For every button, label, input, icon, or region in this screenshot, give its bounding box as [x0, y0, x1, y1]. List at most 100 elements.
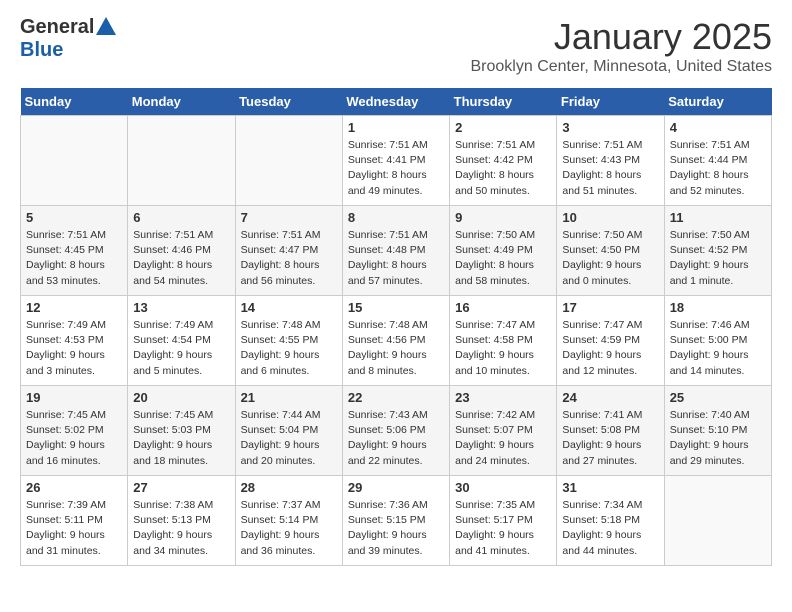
col-header-sunday: Sunday: [21, 88, 128, 116]
calendar-cell: 26 Sunrise: 7:39 AMSunset: 5:11 PMDayligh…: [21, 476, 128, 566]
day-number: 14: [241, 300, 337, 315]
calendar-cell: 8Sunrise: 7:51 AMSunset: 4:48 PMDaylight…: [342, 206, 449, 296]
calendar-cell: 7Sunrise: 7:51 AMSunset: 4:47 PMDaylight…: [235, 206, 342, 296]
day-info: Sunrise: 7:44 AMSunset: 5:04 PMDaylight:…: [241, 408, 337, 469]
day-info: Sunrise: 7:51 AMSunset: 4:44 PMDaylight:…: [670, 138, 766, 199]
day-info: Sunrise: 7:47 AMSunset: 4:59 PMDaylight:…: [562, 318, 658, 379]
calendar-cell: 4 Sunrise: 7:51 AMSunset: 4:44 PMDaylight…: [664, 116, 771, 206]
day-number: 18: [670, 300, 766, 315]
day-number: 30: [455, 480, 551, 495]
day-number: 22: [348, 390, 444, 405]
calendar-cell: 5 Sunrise: 7:51 AMSunset: 4:45 PMDaylight…: [21, 206, 128, 296]
day-info: Sunrise: 7:38 AMSunset: 5:13 PMDaylight:…: [133, 498, 229, 559]
calendar-cell: 9 Sunrise: 7:50 AMSunset: 4:49 PMDaylight…: [450, 206, 557, 296]
col-header-monday: Monday: [128, 88, 235, 116]
calendar-cell: 23 Sunrise: 7:42 AMSunset: 5:07 PMDayligh…: [450, 386, 557, 476]
col-header-tuesday: Tuesday: [235, 88, 342, 116]
calendar-cell: 2Sunrise: 7:51 AMSunset: 4:42 PMDaylight…: [450, 116, 557, 206]
calendar-cell: [128, 116, 235, 206]
day-number: 29: [348, 480, 444, 495]
day-number: 12: [26, 300, 122, 315]
day-info: Sunrise: 7:48 AMSunset: 4:55 PMDaylight:…: [241, 318, 337, 379]
calendar-cell: 28Sunrise: 7:37 AMSunset: 5:14 PMDayligh…: [235, 476, 342, 566]
calendar-cell: 17 Sunrise: 7:47 AMSunset: 4:59 PMDayligh…: [557, 296, 664, 386]
calendar-cell: 29 Sunrise: 7:36 AMSunset: 5:15 PMDayligh…: [342, 476, 449, 566]
calendar-cell: 22 Sunrise: 7:43 AMSunset: 5:06 PMDayligh…: [342, 386, 449, 476]
day-number: 23: [455, 390, 551, 405]
day-number: 11: [670, 210, 766, 225]
calendar-week-row: 5 Sunrise: 7:51 AMSunset: 4:45 PMDaylight…: [21, 206, 772, 296]
day-number: 5: [26, 210, 122, 225]
calendar-cell: 12 Sunrise: 7:49 AMSunset: 4:53 PMDayligh…: [21, 296, 128, 386]
calendar-cell: 6Sunrise: 7:51 AMSunset: 4:46 PMDaylight…: [128, 206, 235, 296]
calendar-cell: 10 Sunrise: 7:50 AMSunset: 4:50 PMDayligh…: [557, 206, 664, 296]
header: General Blue January 2025 Brooklyn Cente…: [20, 16, 772, 76]
day-info: Sunrise: 7:42 AMSunset: 5:07 PMDaylight:…: [455, 408, 551, 469]
calendar-week-row: 19 Sunrise: 7:45 AMSunset: 5:02 PMDayligh…: [21, 386, 772, 476]
month-title: January 2025: [471, 16, 773, 58]
day-number: 9: [455, 210, 551, 225]
day-number: 1: [348, 120, 444, 135]
day-number: 15: [348, 300, 444, 315]
logo-blue-text: Blue: [20, 39, 63, 62]
day-info: Sunrise: 7:49 AMSunset: 4:53 PMDaylight:…: [26, 318, 122, 379]
day-info: Sunrise: 7:51 AMSunset: 4:45 PMDaylight:…: [26, 228, 122, 289]
day-info: Sunrise: 7:50 AMSunset: 4:49 PMDaylight:…: [455, 228, 551, 289]
day-number: 26: [26, 480, 122, 495]
calendar-cell: 15 Sunrise: 7:48 AMSunset: 4:56 PMDayligh…: [342, 296, 449, 386]
day-number: 28: [241, 480, 337, 495]
logo-triangle-icon: [96, 17, 116, 35]
day-number: 6: [133, 210, 229, 225]
calendar-cell: 24 Sunrise: 7:41 AMSunset: 5:08 PMDayligh…: [557, 386, 664, 476]
day-info: Sunrise: 7:41 AMSunset: 5:08 PMDaylight:…: [562, 408, 658, 469]
calendar-cell: 20 Sunrise: 7:45 AMSunset: 5:03 PMDayligh…: [128, 386, 235, 476]
calendar-cell: 18Sunrise: 7:46 AMSunset: 5:00 PMDayligh…: [664, 296, 771, 386]
col-header-friday: Friday: [557, 88, 664, 116]
calendar-week-row: 1Sunrise: 7:51 AMSunset: 4:41 PMDaylight…: [21, 116, 772, 206]
day-info: Sunrise: 7:47 AMSunset: 4:58 PMDaylight:…: [455, 318, 551, 379]
day-info: Sunrise: 7:45 AMSunset: 5:02 PMDaylight:…: [26, 408, 122, 469]
calendar-header-row: SundayMondayTuesdayWednesdayThursdayFrid…: [21, 88, 772, 116]
day-number: 17: [562, 300, 658, 315]
day-info: Sunrise: 7:39 AMSunset: 5:11 PMDaylight:…: [26, 498, 122, 559]
day-number: 27: [133, 480, 229, 495]
day-number: 10: [562, 210, 658, 225]
calendar-week-row: 12 Sunrise: 7:49 AMSunset: 4:53 PMDayligh…: [21, 296, 772, 386]
day-info: Sunrise: 7:49 AMSunset: 4:54 PMDaylight:…: [133, 318, 229, 379]
day-info: Sunrise: 7:50 AMSunset: 4:52 PMDaylight:…: [670, 228, 766, 289]
calendar-cell: 11 Sunrise: 7:50 AMSunset: 4:52 PMDayligh…: [664, 206, 771, 296]
day-info: Sunrise: 7:51 AMSunset: 4:42 PMDaylight:…: [455, 138, 551, 199]
calendar-cell: 31 Sunrise: 7:34 AMSunset: 5:18 PMDayligh…: [557, 476, 664, 566]
day-number: 4: [670, 120, 766, 135]
logo: General Blue: [20, 16, 116, 62]
day-number: 13: [133, 300, 229, 315]
calendar-cell: [235, 116, 342, 206]
day-info: Sunrise: 7:51 AMSunset: 4:43 PMDaylight:…: [562, 138, 658, 199]
logo-general-text: General: [20, 16, 94, 39]
calendar-cell: 13 Sunrise: 7:49 AMSunset: 4:54 PMDayligh…: [128, 296, 235, 386]
calendar-cell: 25Sunrise: 7:40 AMSunset: 5:10 PMDayligh…: [664, 386, 771, 476]
location-title: Brooklyn Center, Minnesota, United State…: [471, 58, 773, 76]
day-info: Sunrise: 7:34 AMSunset: 5:18 PMDaylight:…: [562, 498, 658, 559]
day-number: 24: [562, 390, 658, 405]
calendar-cell: 27 Sunrise: 7:38 AMSunset: 5:13 PMDayligh…: [128, 476, 235, 566]
calendar-table: SundayMondayTuesdayWednesdayThursdayFrid…: [20, 88, 772, 566]
day-number: 8: [348, 210, 444, 225]
day-info: Sunrise: 7:51 AMSunset: 4:47 PMDaylight:…: [241, 228, 337, 289]
col-header-saturday: Saturday: [664, 88, 771, 116]
calendar-cell: 3Sunrise: 7:51 AMSunset: 4:43 PMDaylight…: [557, 116, 664, 206]
title-section: January 2025 Brooklyn Center, Minnesota,…: [471, 16, 773, 76]
day-info: Sunrise: 7:43 AMSunset: 5:06 PMDaylight:…: [348, 408, 444, 469]
day-number: 31: [562, 480, 658, 495]
day-info: Sunrise: 7:45 AMSunset: 5:03 PMDaylight:…: [133, 408, 229, 469]
day-info: Sunrise: 7:36 AMSunset: 5:15 PMDaylight:…: [348, 498, 444, 559]
col-header-thursday: Thursday: [450, 88, 557, 116]
day-info: Sunrise: 7:35 AMSunset: 5:17 PMDaylight:…: [455, 498, 551, 559]
col-header-wednesday: Wednesday: [342, 88, 449, 116]
day-number: 19: [26, 390, 122, 405]
day-number: 20: [133, 390, 229, 405]
day-number: 16: [455, 300, 551, 315]
day-info: Sunrise: 7:50 AMSunset: 4:50 PMDaylight:…: [562, 228, 658, 289]
calendar-cell: [21, 116, 128, 206]
day-info: Sunrise: 7:48 AMSunset: 4:56 PMDaylight:…: [348, 318, 444, 379]
